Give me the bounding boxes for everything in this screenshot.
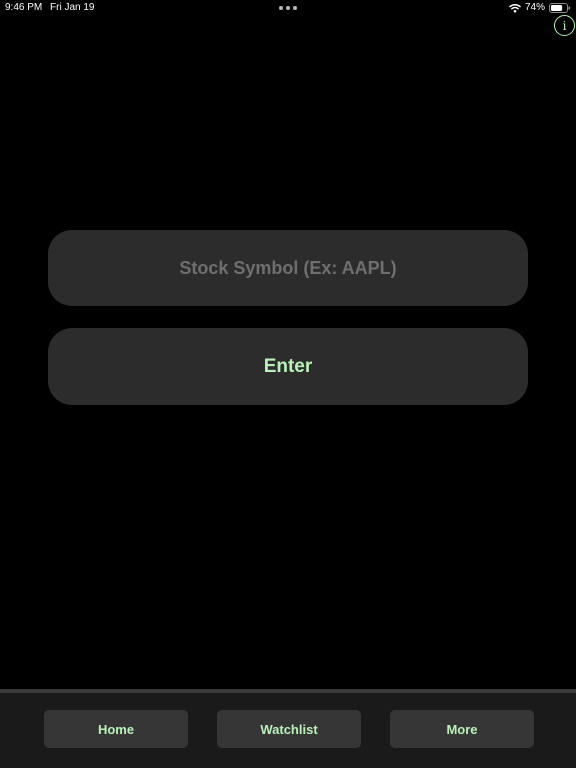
tab-watchlist[interactable]: Watchlist [217,710,361,748]
bottom-tab-bar: Home Watchlist More [0,689,576,768]
battery-percent: 74% [524,2,545,13]
info-button[interactable]: i [554,15,575,36]
app-screen: 9:46 PM Fri Jan 19 74% i Enter Home Watc… [0,0,576,768]
status-time: 9:46 PM [5,2,43,13]
multitasking-dots-icon[interactable] [279,6,297,10]
status-bar: 9:46 PM Fri Jan 19 74% [0,0,576,16]
tab-more[interactable]: More [390,710,534,748]
wifi-icon [509,3,521,13]
status-date: Fri Jan 19 [50,2,95,13]
tab-home[interactable]: Home [44,710,188,748]
battery-icon [549,2,571,13]
enter-button[interactable]: Enter [48,328,528,405]
info-icon: i [562,18,567,33]
stock-symbol-input[interactable] [48,230,528,306]
status-indicators: 74% [509,2,571,13]
